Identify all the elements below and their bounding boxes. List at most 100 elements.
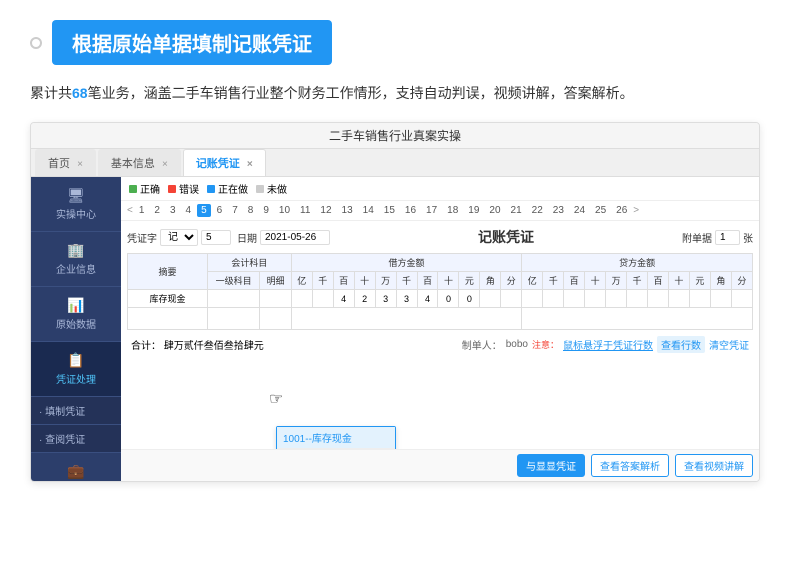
d7[interactable]: 4 <box>417 290 438 308</box>
main-content: 正确 错误 正在做 未做 <box>121 177 759 481</box>
table-row: 库存现金 4 2 3 3 4 0 0 <box>128 290 753 308</box>
tab-bar: 首页 × 基本信息 × 记账凭证 × <box>31 149 759 177</box>
account-dropdown[interactable]: 1001--库存现金 1002--银行存款 100201--银行存款--农业银行 <box>276 426 396 449</box>
c9[interactable] <box>689 290 710 308</box>
c2[interactable] <box>543 290 564 308</box>
row-account[interactable] <box>208 290 260 308</box>
sidebar-sub-fill[interactable]: · 填制凭证 <box>31 397 121 425</box>
page-16[interactable]: 16 <box>401 204 420 217</box>
debit-fen: 分 <box>501 272 522 290</box>
page-11[interactable]: 11 <box>296 204 314 217</box>
dropdown-item-1001[interactable]: 1001--库存现金 <box>277 427 395 449</box>
page-21[interactable]: 21 <box>507 204 526 217</box>
c7[interactable] <box>648 290 669 308</box>
page-1[interactable]: 1 <box>135 204 149 217</box>
tab-basic-info[interactable]: 基本信息 × <box>98 149 181 176</box>
page-3[interactable]: 3 <box>166 204 180 217</box>
d2[interactable] <box>312 290 333 308</box>
tab-home[interactable]: 首页 × <box>35 149 96 176</box>
page-13[interactable]: 13 <box>338 204 357 217</box>
tab-basic-close[interactable]: × <box>162 159 168 170</box>
sidebar-item-ledger[interactable]: 💼 账簿处理 <box>31 453 121 481</box>
voucher-num-input[interactable] <box>201 230 231 245</box>
sidebar-sub-view[interactable]: · 查阅凭证 <box>31 425 121 453</box>
debit-shi2: 十 <box>438 272 459 290</box>
page-9[interactable]: 9 <box>259 204 273 217</box>
ledger-icon: 💼 <box>67 463 84 480</box>
d1[interactable] <box>291 290 312 308</box>
tab-voucher-close[interactable]: × <box>247 159 253 170</box>
row-detail[interactable] <box>260 290 291 308</box>
btn-view-answer[interactable]: 查看答案解析 <box>591 454 669 477</box>
c8[interactable] <box>668 290 689 308</box>
c1[interactable] <box>522 290 543 308</box>
voucher-area: 凭证字 记 日期 记账凭证 附单据 <box>121 221 759 449</box>
page-7[interactable]: 7 <box>228 204 242 217</box>
row-summary[interactable]: 库存现金 <box>128 290 208 308</box>
c5[interactable] <box>606 290 627 308</box>
btn-row-action[interactable]: 查看行数 <box>657 336 705 353</box>
page-23[interactable]: 23 <box>549 204 568 217</box>
page-8[interactable]: 8 <box>244 204 258 217</box>
cursor-hand-icon: ☞ <box>269 389 283 409</box>
c4[interactable] <box>585 290 606 308</box>
d10[interactable] <box>480 290 501 308</box>
note-prefix: 注意： <box>532 338 559 351</box>
sidebar-item-data[interactable]: 📊 原始数据 <box>31 287 121 342</box>
clear-voucher-btn[interactable]: 清空凭证 <box>709 337 749 352</box>
voucher-title: 记账凭证 <box>336 227 676 247</box>
voucher-attach-input[interactable] <box>715 230 740 245</box>
c3[interactable] <box>564 290 585 308</box>
prev-page[interactable]: < <box>127 205 133 216</box>
page-2[interactable]: 2 <box>150 204 164 217</box>
c10[interactable] <box>710 290 731 308</box>
page-10[interactable]: 10 <box>275 204 294 217</box>
legend-dot-gray <box>256 185 264 193</box>
credit-qian2: 千 <box>627 272 648 290</box>
d6[interactable]: 3 <box>396 290 417 308</box>
page-4[interactable]: 4 <box>182 204 196 217</box>
d4[interactable]: 2 <box>354 290 375 308</box>
d3[interactable]: 4 <box>333 290 354 308</box>
voucher-date-input[interactable] <box>260 230 330 245</box>
page-5[interactable]: 5 <box>197 204 211 217</box>
tab-voucher[interactable]: 记账凭证 × <box>183 149 266 176</box>
page-20[interactable]: 20 <box>485 204 504 217</box>
desc-suffix: 笔业务，涵盖二手车销售行业整个财务工作情形，支持自动判误，视频讲解，答案解析。 <box>88 85 634 101</box>
page-22[interactable]: 22 <box>528 204 547 217</box>
page-12[interactable]: 12 <box>316 204 335 217</box>
col-detail: 明细 <box>260 272 291 290</box>
d5[interactable]: 3 <box>375 290 396 308</box>
credit-shi2: 十 <box>668 272 689 290</box>
credit-shi: 十 <box>585 272 606 290</box>
debit-bai: 百 <box>333 272 354 290</box>
debit-yuan: 元 <box>459 272 480 290</box>
next-page[interactable]: > <box>633 205 639 216</box>
d11[interactable] <box>501 290 522 308</box>
page-6[interactable]: 6 <box>213 204 227 217</box>
page-19[interactable]: 19 <box>464 204 483 217</box>
page-14[interactable]: 14 <box>359 204 378 217</box>
voucher-type-select[interactable]: 记 <box>160 229 198 246</box>
btn-display-voucher[interactable]: 与显显凭证 <box>517 454 585 477</box>
voucher-date-field: 日期 <box>237 230 330 245</box>
sidebar-item-voucher[interactable]: 📋 凭证处理 <box>31 342 121 397</box>
page-18[interactable]: 18 <box>443 204 462 217</box>
page-24[interactable]: 24 <box>570 204 589 217</box>
sidebar-item-enterprise[interactable]: 🏢 企业信息 <box>31 232 121 287</box>
col-header-credit: 贷方金额 <box>522 254 753 272</box>
credit-yi: 亿 <box>522 272 543 290</box>
page-15[interactable]: 15 <box>380 204 399 217</box>
d9[interactable]: 0 <box>459 290 480 308</box>
debit-wan: 万 <box>375 272 396 290</box>
note-link[interactable]: 鼠标悬浮于凭证行数 <box>563 337 653 352</box>
page-25[interactable]: 25 <box>591 204 610 217</box>
tab-home-close[interactable]: × <box>77 159 83 170</box>
page-17[interactable]: 17 <box>422 204 441 217</box>
d8[interactable]: 0 <box>438 290 459 308</box>
btn-view-video[interactable]: 查看视频讲解 <box>675 454 753 477</box>
page-26[interactable]: 26 <box>612 204 631 217</box>
c11[interactable] <box>731 290 752 308</box>
c6[interactable] <box>627 290 648 308</box>
sidebar-item-shicao[interactable]: 🖥 实操中心 <box>31 177 121 232</box>
